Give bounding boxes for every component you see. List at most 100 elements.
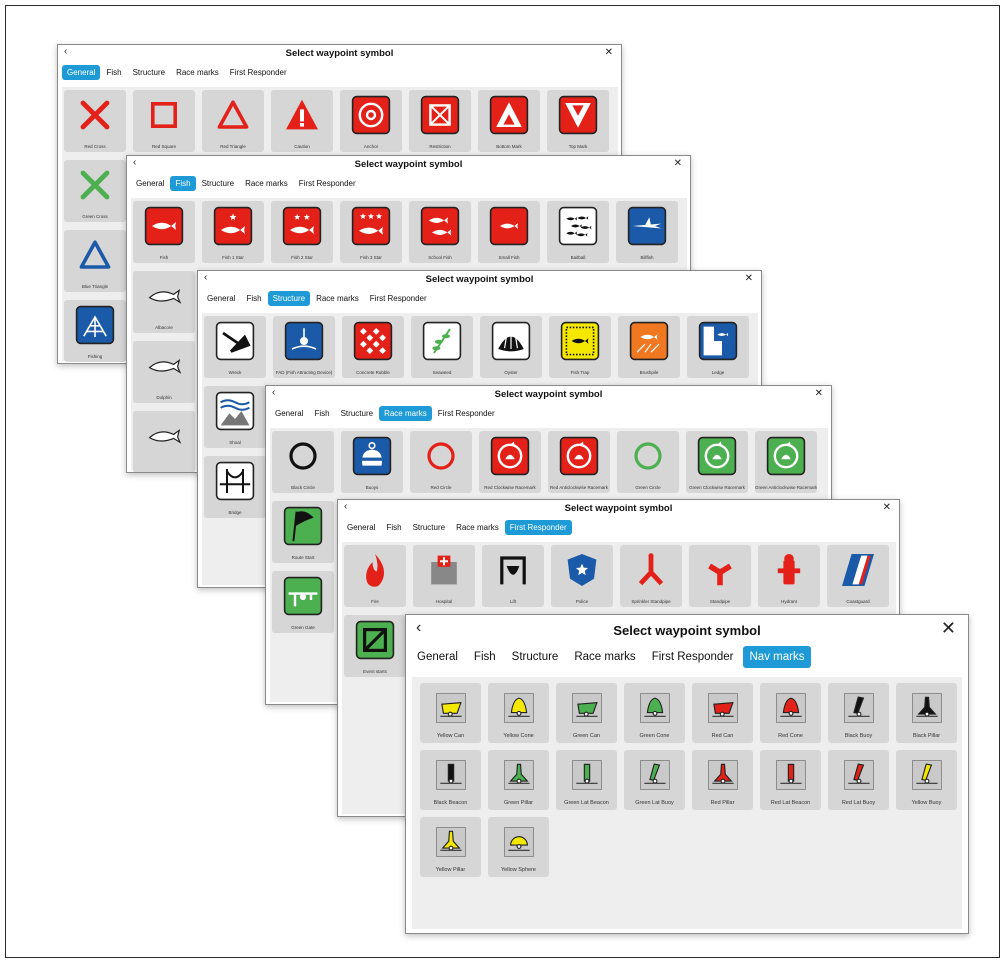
symbol-tile[interactable]: Hospital [413,545,475,607]
symbol-tile[interactable]: FAD (Fish Attracting Device) [273,316,335,378]
symbol-tile[interactable]: Fish [133,201,195,263]
back-icon[interactable]: ‹ [204,272,207,283]
tab-general[interactable]: General [410,646,465,668]
symbol-tile[interactable]: Yellow Can [420,683,481,743]
symbol-tile[interactable]: Red Can [692,683,753,743]
symbol-tile[interactable]: Fish Trap [549,316,611,378]
back-icon[interactable]: ‹ [272,387,275,398]
symbol-tile[interactable]: Fishing [64,300,126,362]
symbol-tile[interactable]: Black Circle [272,431,334,493]
symbol-tile[interactable]: Fish 2 Star [271,201,333,263]
symbol-tile[interactable]: Fish 3 Star [340,201,402,263]
close-icon[interactable]: ✕ [815,388,823,399]
symbol-tile[interactable]: Ledge [687,316,749,378]
symbol-tile[interactable]: Red Square [133,90,195,152]
symbol-tile[interactable]: Red Circle [410,431,472,493]
symbol-tile[interactable]: Wreck [204,316,266,378]
back-icon[interactable]: ‹ [64,46,67,57]
symbol-tile[interactable]: Green Can [556,683,617,743]
symbol-tile[interactable]: Red Pillar [692,750,753,810]
symbol-tile[interactable]: Green Lat Beacon [556,750,617,810]
tab-structure[interactable]: Structure [128,65,170,80]
symbol-tile[interactable]: Bottom Mark [478,90,540,152]
tab-race-marks[interactable]: Race marks [379,406,432,421]
tab-fish[interactable]: Fish [101,65,126,80]
symbol-tile[interactable]: Dolphin [133,341,195,403]
tab-first-responder[interactable]: First Responder [365,291,432,306]
symbol-tile[interactable]: Green Pillar [488,750,549,810]
symbol-tile[interactable]: Green Gate [272,571,334,633]
symbol-tile[interactable]: Police [551,545,613,607]
tab-race-marks[interactable]: Race marks [451,520,504,535]
symbol-tile[interactable]: Event starts [344,615,406,677]
symbol-tile[interactable] [133,411,195,472]
tab-first-responder[interactable]: First Responder [225,65,292,80]
symbol-tile[interactable]: Green Anticlockwise Racemark [755,431,817,493]
symbol-tile[interactable]: Lift [482,545,544,607]
symbol-tile[interactable]: Green Cross [64,160,126,222]
symbol-tile[interactable]: Baitball [547,201,609,263]
tab-first-responder[interactable]: First Responder [504,520,572,535]
symbol-tile[interactable]: Restriction [409,90,471,152]
tab-general[interactable]: General [131,176,169,191]
back-icon[interactable]: ‹ [344,501,347,512]
tab-structure[interactable]: Structure [197,176,239,191]
tab-general[interactable]: General [62,65,101,80]
symbol-tile[interactable]: Caution [271,90,333,152]
close-icon[interactable]: ✕ [883,502,891,513]
symbol-tile[interactable]: Seaweed [411,316,473,378]
symbol-tile[interactable]: Hydrant [758,545,820,607]
symbol-tile[interactable]: Brushpile [618,316,680,378]
tab-nav-marks[interactable]: Nav marks [742,646,812,668]
close-icon[interactable]: ✕ [941,618,956,639]
symbol-tile[interactable]: Coastguard [827,545,889,607]
symbol-tile[interactable]: Fish 1 Star [202,201,264,263]
symbol-tile[interactable]: Blue Triangle [64,230,126,292]
symbol-tile[interactable]: Shoal [204,386,266,448]
symbol-tile[interactable]: Black Buoy [828,683,889,743]
symbol-tile[interactable]: Red Lat Buoy [828,750,889,810]
back-icon[interactable]: ‹ [133,157,136,168]
symbol-tile[interactable]: Red Cross [64,90,126,152]
symbol-tile[interactable]: Sprinkler Standpipe [620,545,682,607]
tab-fish[interactable]: Fish [241,291,266,306]
symbol-tile[interactable]: Red Clockwise Racemark [479,431,541,493]
tab-race-marks[interactable]: Race marks [171,65,224,80]
tab-first-responder[interactable]: First Responder [294,176,361,191]
symbol-tile[interactable]: Route Start [272,501,334,563]
symbol-tile[interactable]: Black Pillar [896,683,957,743]
tab-general[interactable]: General [202,291,240,306]
tab-race-marks[interactable]: Race marks [240,176,293,191]
symbol-tile[interactable]: Red Triangle [202,90,264,152]
symbol-tile[interactable]: Anchor [340,90,402,152]
symbol-tile[interactable]: Green Clockwise Racemark [686,431,748,493]
symbol-tile[interactable]: Small Fish [478,201,540,263]
symbol-tile[interactable]: Green Cone [624,683,685,743]
tab-first-responder[interactable]: First Responder [433,406,500,421]
symbol-tile[interactable]: Buoys [341,431,403,493]
tab-fish[interactable]: Fish [309,406,334,421]
symbol-tile[interactable]: Yellow Pillar [420,817,481,877]
symbol-tile[interactable]: Fire [344,545,406,607]
symbol-tile[interactable]: Green Lat Buoy [624,750,685,810]
symbol-tile[interactable]: Green Circle [617,431,679,493]
symbol-tile[interactable]: School Fish [409,201,471,263]
close-icon[interactable]: ✕ [674,158,682,169]
tab-fish[interactable]: Fish [170,176,196,191]
back-icon[interactable]: ‹ [416,619,421,637]
symbol-tile[interactable]: Standpipe [689,545,751,607]
tab-race-marks[interactable]: Race marks [567,646,642,668]
tab-structure[interactable]: Structure [408,520,450,535]
tab-fish[interactable]: Fish [467,646,503,668]
symbol-tile[interactable]: Billfish [616,201,678,263]
symbol-tile[interactable]: Oyster [480,316,542,378]
tab-structure[interactable]: Structure [505,646,566,668]
symbol-tile[interactable]: Yellow Sphere [488,817,549,877]
symbol-tile[interactable]: Bridge [204,456,266,518]
symbol-tile[interactable]: Albacore [133,271,195,333]
tab-structure[interactable]: Structure [336,406,378,421]
tab-general[interactable]: General [270,406,308,421]
symbol-tile[interactable]: Red Cone [760,683,821,743]
symbol-tile[interactable]: Yellow Cone [488,683,549,743]
close-icon[interactable]: ✕ [745,273,753,284]
